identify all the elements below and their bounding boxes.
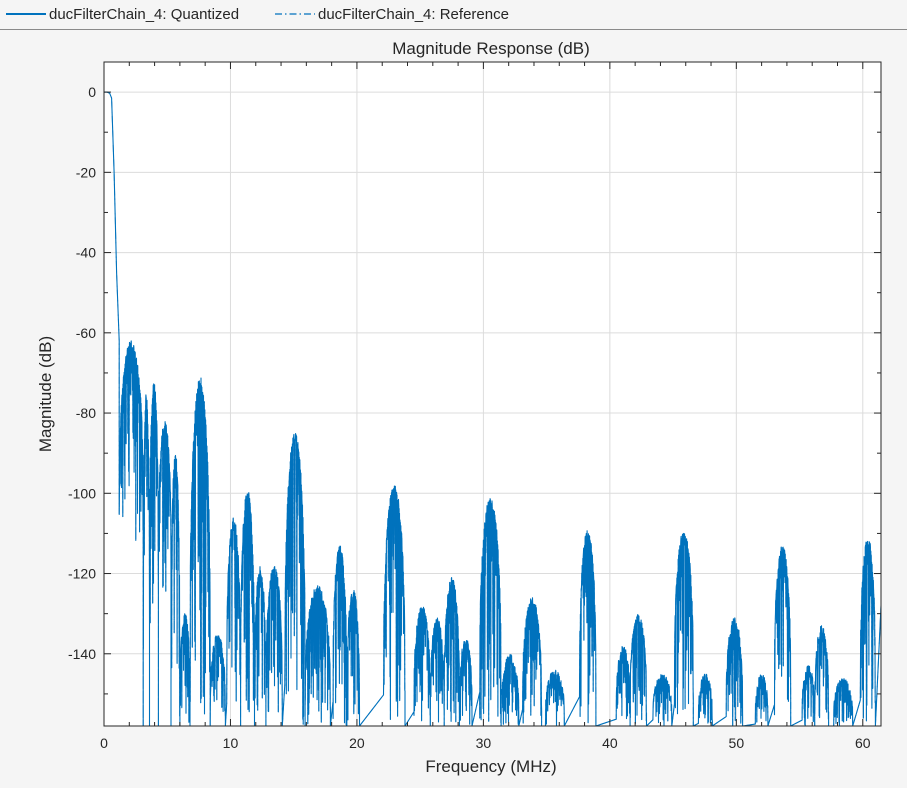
- legend-swatch-dashdot: [275, 13, 315, 15]
- x-tick-label: 10: [223, 735, 239, 751]
- y-tick-label: -40: [76, 245, 96, 261]
- y-axis-label: Magnitude (dB): [36, 336, 55, 452]
- legend-item-reference[interactable]: ducFilterChain_4: Reference: [275, 5, 509, 23]
- y-tick-label: -100: [68, 485, 96, 501]
- x-tick-label: 40: [602, 735, 618, 751]
- legend-label-quantized: ducFilterChain_4: Quantized: [49, 5, 240, 23]
- x-tick-label: 20: [349, 735, 365, 751]
- x-tick-label: 60: [855, 735, 871, 751]
- chart-title: Magnitude Response (dB): [392, 39, 590, 58]
- y-tick-label: -80: [76, 405, 96, 421]
- y-tick-label: -120: [68, 566, 96, 582]
- legend-swatch-solid: [6, 13, 46, 15]
- legend: ducFilterChain_4: Quantized ducFilterCha…: [0, 0, 907, 30]
- legend-label-reference: ducFilterChain_4: Reference: [318, 5, 509, 23]
- y-tick-label: -60: [76, 325, 96, 341]
- x-tick-label: 30: [476, 735, 492, 751]
- x-tick-label: 50: [729, 735, 745, 751]
- y-tick-label: -140: [68, 646, 96, 662]
- legend-item-quantized[interactable]: ducFilterChain_4: Quantized: [6, 5, 239, 23]
- y-tick-label: 0: [88, 84, 96, 100]
- chart-canvas: Magnitude Response (dB) 0 10 20 30 40 50 60 0 -2…: [36, 39, 882, 776]
- x-tick-label: 0: [100, 735, 108, 751]
- x-axis-label: Frequency (MHz): [425, 757, 556, 776]
- y-tick-label: -20: [76, 164, 96, 180]
